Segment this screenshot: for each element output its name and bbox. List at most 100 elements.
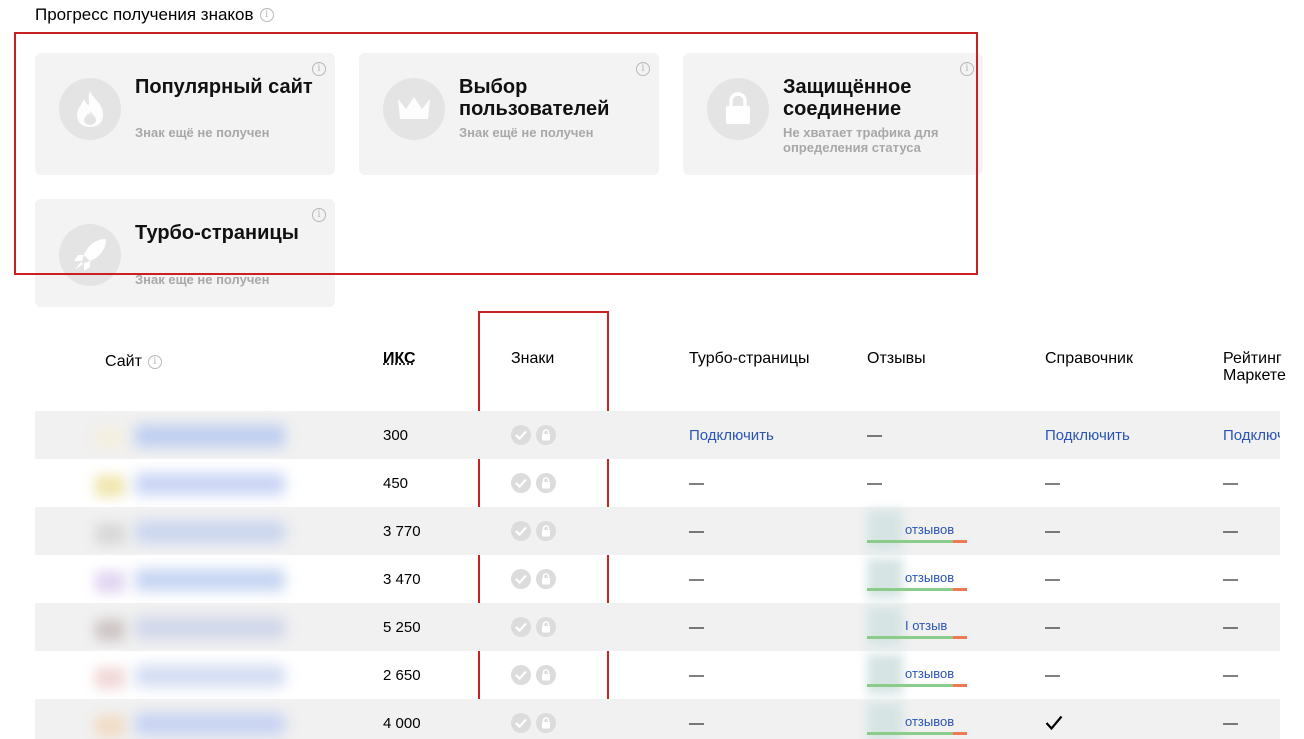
turbo-cell[interactable]: Подключить <box>689 411 774 459</box>
iks-value: 5 250 <box>383 603 421 651</box>
info-icon[interactable]: i <box>960 62 974 76</box>
site-url <box>135 665 285 687</box>
site-name-blurred[interactable] <box>75 461 390 505</box>
badges-cell <box>511 603 561 651</box>
info-icon[interactable]: i <box>148 355 162 369</box>
site-favicon <box>95 619 125 641</box>
market-rating-cell: — <box>1223 507 1280 555</box>
site-favicon <box>95 427 125 449</box>
market-rating-cell: — <box>1223 459 1280 507</box>
lock-badge-icon[interactable] <box>536 425 556 445</box>
directory-cell: — <box>1045 651 1060 699</box>
directory-cell[interactable]: Подключить <box>1045 411 1130 459</box>
column-header-site[interactable]: Сайт i <box>105 353 162 370</box>
badge-card-secure-connection: Защищённое соединение Не хватает трафика… <box>683 53 983 175</box>
badge-card-popular-site: Популярный сайт Знак ещё не получен i <box>35 53 335 175</box>
check-badge-icon[interactable] <box>511 473 531 493</box>
reviews-link[interactable]: отзывов <box>905 570 954 585</box>
check-badge-icon[interactable] <box>511 569 531 589</box>
reviews-summary[interactable]: I отзыв <box>867 614 977 640</box>
turbo-cell: — <box>689 555 704 603</box>
lock-icon <box>707 78 769 140</box>
badge-card-status: Знак ещё не получен <box>459 125 629 140</box>
table-row: 4 000 — отзывов — <box>35 699 1280 739</box>
reviews-cell[interactable]: отзывов <box>867 507 977 555</box>
column-header-iks[interactable]: ИКС <box>383 350 416 367</box>
market-rating-cell[interactable]: Подключ <box>1223 411 1280 459</box>
check-badge-icon[interactable] <box>511 425 531 445</box>
reviews-summary[interactable]: отзывов <box>867 662 977 688</box>
info-icon[interactable]: i <box>260 8 274 22</box>
lock-badge-icon[interactable] <box>536 665 556 685</box>
site-name-blurred[interactable] <box>75 605 390 649</box>
flame-icon <box>59 78 121 140</box>
column-header-directory: Справочник <box>1045 350 1133 367</box>
reviews-cell[interactable]: отзывов <box>867 651 977 699</box>
check-badge-icon[interactable] <box>511 713 531 733</box>
reviews-count-blurred <box>867 558 903 598</box>
lock-badge-icon[interactable] <box>536 713 556 733</box>
lock-badge-icon[interactable] <box>536 473 556 493</box>
site-url <box>135 473 285 495</box>
turbo-cell: — <box>689 651 704 699</box>
check-badge-icon[interactable] <box>511 617 531 637</box>
badge-card-users-choice: Выбор пользователей Знак ещё не получен … <box>359 53 659 175</box>
reviews-rating-bar <box>867 636 967 639</box>
reviews-cell: — <box>867 411 882 459</box>
badge-card-title: Турбо-страницы <box>135 222 325 244</box>
table-row: 5 250 — I отзыв — — <box>35 603 1280 651</box>
table-row: 3 470— отзывов — — <box>35 555 1280 603</box>
check-badge-icon[interactable] <box>511 521 531 541</box>
reviews-summary[interactable]: отзывов <box>867 566 977 592</box>
column-header-site-label: Сайт <box>105 353 142 370</box>
turbo-cell: — <box>689 603 704 651</box>
reviews-cell[interactable]: I отзыв <box>867 603 977 651</box>
lock-badge-icon[interactable] <box>536 521 556 541</box>
badges-cell <box>511 555 561 603</box>
directory-cell: — <box>1045 507 1060 555</box>
table-row: 3 770— отзывов — — <box>35 507 1280 555</box>
reviews-cell: — <box>867 459 882 507</box>
site-favicon <box>95 475 125 497</box>
directory-cell: — <box>1045 603 1060 651</box>
table-row: 2 650 — отзывов — — <box>35 651 1280 699</box>
site-name-blurred[interactable] <box>75 413 390 457</box>
reviews-summary[interactable]: отзывов <box>867 518 977 544</box>
reviews-cell[interactable]: отзывов <box>867 699 977 739</box>
market-rating-cell: — <box>1223 651 1280 699</box>
site-name-blurred[interactable] <box>75 701 390 739</box>
iks-value: 300 <box>383 411 408 459</box>
reviews-link[interactable]: отзывов <box>905 522 954 537</box>
badge-card-title: Популярный сайт <box>135 76 325 98</box>
site-name-blurred[interactable] <box>75 653 390 697</box>
lock-badge-icon[interactable] <box>536 617 556 637</box>
reviews-count-blurred <box>867 510 903 550</box>
reviews-cell[interactable]: отзывов <box>867 555 977 603</box>
reviews-link[interactable]: отзывов <box>905 714 954 729</box>
badges-cell <box>511 411 561 459</box>
column-header-reviews: Отзывы <box>867 350 926 367</box>
info-icon[interactable]: i <box>312 208 326 222</box>
site-favicon <box>95 523 125 545</box>
check-badge-icon[interactable] <box>511 665 531 685</box>
site-name-blurred[interactable] <box>75 509 390 553</box>
directory-checkmark-icon <box>1045 699 1063 739</box>
reviews-link[interactable]: отзывов <box>905 666 954 681</box>
column-header-market-rating: Рейтинг Маркете <box>1223 350 1304 384</box>
iks-value: 450 <box>383 459 408 507</box>
market-rating-cell: — <box>1223 603 1280 651</box>
info-icon[interactable]: i <box>636 62 650 76</box>
site-name-blurred[interactable] <box>75 557 390 601</box>
site-url <box>135 569 285 591</box>
iks-value: 3 470 <box>383 555 421 603</box>
turbo-cell: — <box>689 459 704 507</box>
lock-badge-icon[interactable] <box>536 569 556 589</box>
info-icon[interactable]: i <box>312 62 326 76</box>
badge-card-title: Выбор пользователей <box>459 76 649 120</box>
turbo-cell: — <box>689 507 704 555</box>
badge-card-status: Знак еще не получен <box>135 272 305 287</box>
reviews-link[interactable]: I отзыв <box>905 618 947 633</box>
reviews-summary[interactable]: отзывов <box>867 710 977 736</box>
reviews-count-blurred <box>867 606 903 646</box>
reviews-rating-bar <box>867 684 967 687</box>
